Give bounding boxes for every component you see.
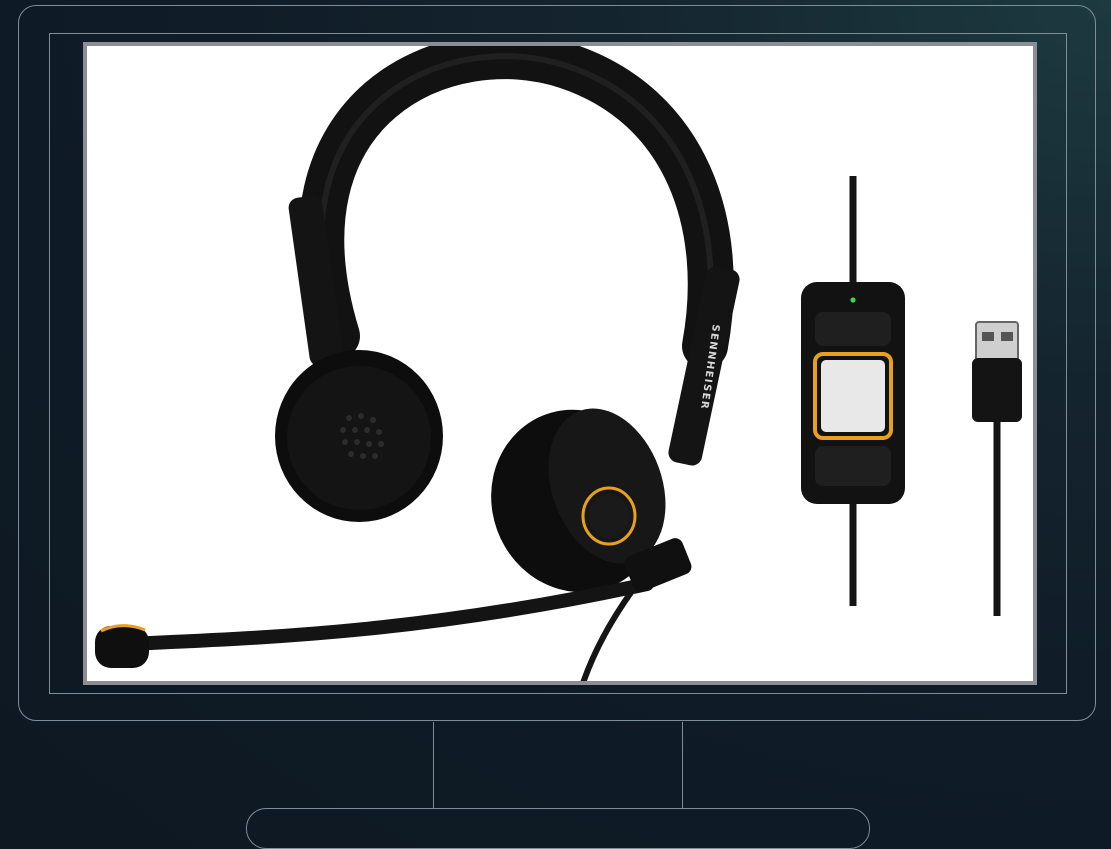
left-ear-cushion (275, 350, 443, 522)
monitor-stand-base (246, 808, 870, 849)
monitor-stand-neck (433, 722, 683, 808)
headset-illustration: SENNHEISER (95, 46, 1022, 681)
product-photo: SENNHEISER (83, 42, 1037, 685)
usb-plug (972, 321, 1022, 616)
inline-controller (801, 176, 905, 606)
headset-cable (580, 589, 635, 681)
